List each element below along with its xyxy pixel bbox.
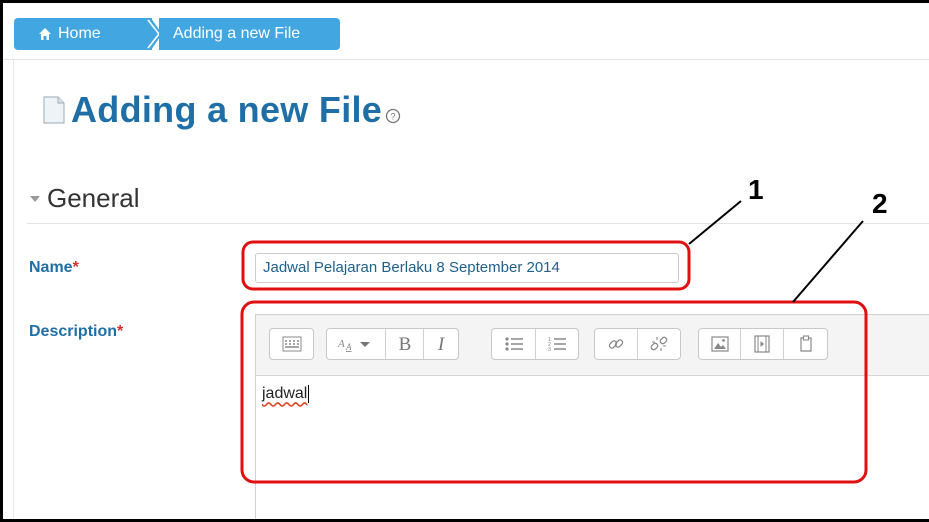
required-mark: *	[117, 323, 124, 340]
link-icon	[608, 339, 624, 349]
unlink-button[interactable]	[638, 329, 680, 359]
bold-button[interactable]: B	[386, 329, 424, 359]
font-size-button[interactable]: A A	[327, 329, 386, 359]
home-icon	[39, 28, 51, 40]
annotation-number-2: 2	[872, 188, 888, 219]
ordered-list-button[interactable]: 1 2 3	[536, 329, 578, 359]
section-title: General	[47, 183, 140, 213]
description-editor[interactable]: A A B I 1 2 3 jadwal	[255, 314, 929, 519]
svg-text:A: A	[345, 342, 352, 352]
description-label: Description*	[29, 323, 123, 341]
collapse-triangle-icon	[30, 195, 40, 202]
text-caret	[308, 385, 310, 403]
annotation-leader-2	[792, 220, 864, 303]
toolbar-group-toggle	[269, 328, 314, 360]
name-input-value: Jadwal Pelajaran Berlaku 8 September 201…	[263, 259, 560, 276]
font-size-icon: A A	[337, 338, 370, 352]
breadcrumb-current[interactable]: Adding a new File	[159, 18, 340, 50]
link-button[interactable]	[595, 329, 638, 359]
ordered-list-icon: 1 2 3	[548, 337, 566, 353]
breadcrumb-home[interactable]: Home	[14, 18, 152, 50]
window-frame: Home Adding a new File Adding a new File…	[0, 0, 929, 522]
unlink-icon	[650, 336, 668, 351]
italic-icon: I	[437, 334, 446, 354]
toolbar-group-format: A A B I	[326, 328, 459, 360]
name-label-text: Name	[29, 259, 73, 276]
help-icon[interactable]: ?	[385, 108, 401, 124]
media-icon	[754, 335, 770, 353]
toolbar-group-media	[698, 328, 828, 360]
toolbar-group-lists: 1 2 3	[491, 328, 579, 360]
toolbar-toggle-icon	[282, 336, 301, 352]
italic-button[interactable]: I	[424, 329, 458, 359]
section-general-header[interactable]: General	[29, 183, 140, 214]
name-label: Name*	[29, 259, 79, 277]
page-left-border	[13, 59, 14, 519]
toolbar-group-links	[594, 328, 681, 360]
image-icon	[710, 336, 729, 352]
file-manage-button[interactable]	[784, 329, 827, 359]
file-icon	[43, 96, 65, 124]
media-button[interactable]	[741, 329, 784, 359]
svg-text:3: 3	[548, 347, 551, 353]
bold-icon: B	[398, 334, 411, 354]
toolbar-toggle-button[interactable]	[270, 329, 313, 359]
breadcrumb-home-label: Home	[58, 25, 101, 42]
editor-content[interactable]: jadwal	[262, 385, 310, 403]
page-heading: Adding a new File ?	[41, 85, 401, 135]
svg-text:B: B	[398, 334, 411, 354]
unordered-list-button[interactable]	[492, 329, 536, 359]
unordered-list-icon	[504, 337, 523, 351]
breadcrumb-current-label: Adding a new File	[173, 25, 301, 42]
svg-text:A: A	[337, 338, 345, 350]
name-input[interactable]: Jadwal Pelajaran Berlaku 8 September 201…	[255, 253, 679, 283]
svg-text:?: ?	[391, 112, 396, 122]
section-divider	[27, 223, 929, 224]
image-button[interactable]	[699, 329, 741, 359]
editor-toolbar: A A B I 1 2 3	[256, 315, 929, 376]
editor-text: jadwal	[262, 385, 308, 403]
file-manage-icon	[799, 335, 812, 352]
description-label-text: Description	[29, 323, 118, 340]
breadcrumb-bar: Home Adding a new File	[3, 3, 929, 60]
required-mark: *	[72, 259, 79, 276]
annotation-number-1: 1	[748, 174, 764, 205]
page-title: Adding a new File	[71, 89, 383, 130]
svg-text:I: I	[437, 334, 446, 354]
